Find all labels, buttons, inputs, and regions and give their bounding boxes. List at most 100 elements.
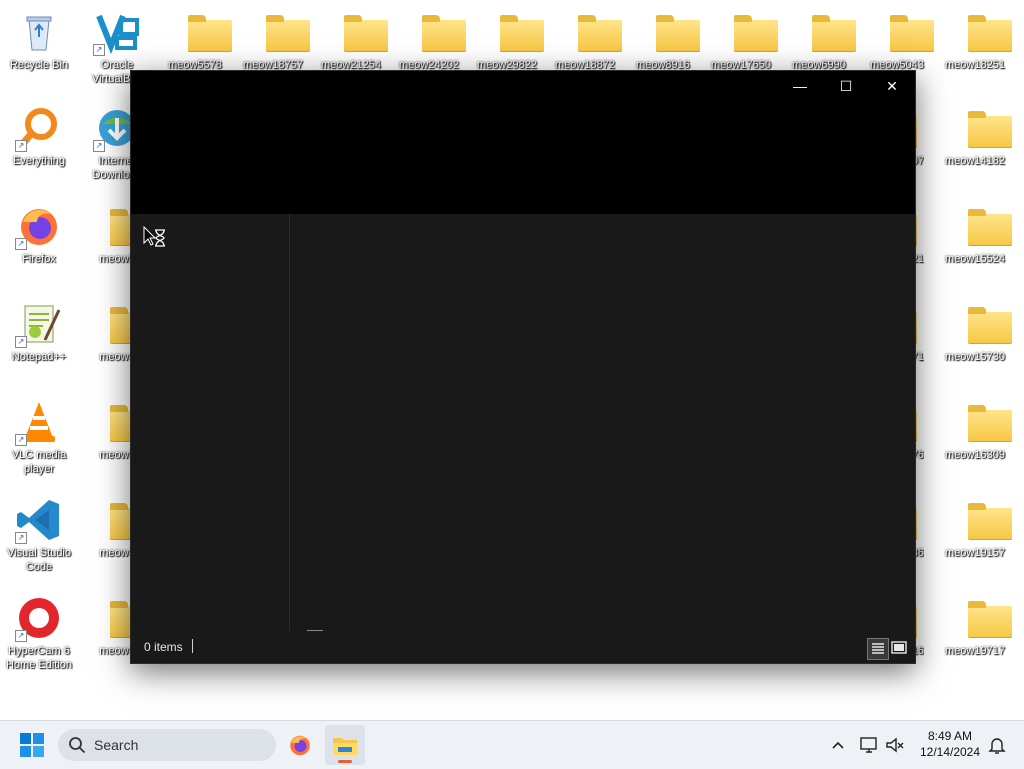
folder-icon — [171, 8, 232, 56]
minimize-button[interactable]: — — [777, 71, 823, 101]
network-icon-button[interactable] — [858, 734, 880, 756]
minimize-icon: — — [793, 78, 807, 94]
shortcut-arrow-icon: ↗ — [93, 140, 105, 152]
desktop-folder[interactable]: meow15524 — [936, 202, 1014, 266]
hypercam-icon: ↗ — [15, 594, 63, 642]
close-button[interactable]: ✕ — [869, 71, 915, 101]
desktop-icon-label: meow15730 — [945, 351, 1005, 363]
everything-icon: ↗ — [15, 104, 63, 152]
taskbar-file-explorer[interactable] — [325, 725, 365, 765]
desktop-folder[interactable]: meow5043 — [858, 8, 936, 72]
vscode-icon: ↗ — [15, 496, 63, 544]
desktop-icon-vscode[interactable]: ↗ Visual Studio Code — [0, 496, 78, 574]
folder-icon — [483, 8, 544, 56]
file-explorer-window[interactable]: — ☐ ✕ 0 items — [130, 70, 916, 664]
desktop-icon-recycle-bin[interactable]: Recycle Bin — [0, 8, 78, 72]
folder-icon — [795, 8, 856, 56]
desktop-icon-label: HyperCam 6 Home Edition — [5, 645, 73, 671]
folder-icon — [327, 8, 388, 56]
desktop-icon-label: Visual Studio Code — [6, 547, 71, 573]
maximize-button[interactable]: ☐ — [823, 71, 869, 101]
desktop-folder[interactable]: meow18872 — [546, 8, 624, 72]
folder-icon — [561, 8, 622, 56]
folder-icon — [951, 8, 1012, 56]
taskbar: Search 8:49 AM 12/14/2024 — [0, 720, 1024, 769]
desktop-folder[interactable]: meow8916 — [624, 8, 702, 72]
folder-icon — [405, 8, 466, 56]
clock[interactable]: 8:49 AM 12/14/2024 — [912, 728, 988, 760]
clock-date: 12/14/2024 — [919, 745, 981, 759]
desktop-icon-hypercam[interactable]: ↗ HyperCam 6 Home Edition — [0, 594, 78, 672]
search-icon — [69, 737, 86, 754]
folder-icon — [951, 594, 1012, 642]
show-hidden-icons-button[interactable] — [828, 735, 848, 755]
desktop-icon-everything[interactable]: ↗ Everything — [0, 104, 78, 168]
large-icons-view-icon — [891, 641, 907, 654]
taskbar-search-box[interactable]: Search — [58, 729, 276, 761]
bell-icon — [988, 738, 1006, 754]
folder-icon — [249, 8, 310, 56]
folder-icon — [717, 8, 778, 56]
folder-icon — [639, 8, 700, 56]
shortcut-arrow-icon: ↗ — [15, 630, 27, 642]
windows-logo-icon — [20, 733, 44, 757]
file-explorer-icon — [333, 738, 357, 755]
maximize-icon: ☐ — [839, 77, 853, 94]
desktop-icon-label: Everything — [13, 155, 65, 167]
notifications-button[interactable] — [986, 734, 1008, 756]
window-header: — ☐ ✕ — [131, 71, 915, 214]
desktop-icon-label: VLC media player — [11, 449, 67, 475]
folder-icon — [951, 496, 1012, 544]
navigation-pane[interactable] — [131, 214, 290, 631]
desktop-icon-label: meow19717 — [945, 645, 1005, 657]
desktop-folder[interactable]: meow14182 — [936, 104, 1014, 168]
desktop-icon-vlc[interactable]: ↗ VLC media player — [0, 398, 78, 476]
desktop-icon-label: Notepad++ — [11, 351, 67, 363]
shortcut-arrow-icon: ↗ — [15, 336, 27, 348]
desktop-folder[interactable]: meow18251 — [936, 8, 1014, 72]
clock-time: 8:49 AM — [927, 729, 973, 743]
desktop-folder[interactable]: meow17650 — [702, 8, 780, 72]
network-icon — [860, 737, 877, 753]
vlc-icon: ↗ — [15, 398, 63, 446]
desktop-icon-label: Firefox — [22, 253, 56, 265]
folder-icon — [951, 398, 1012, 446]
desktop: Recycle Bin ↗ Everything ↗ Firefox ↗ Not… — [0, 0, 1024, 720]
large-icons-view-button[interactable] — [889, 638, 909, 658]
taskbar-firefox[interactable] — [280, 725, 320, 765]
desktop-icon-label: meow15524 — [945, 253, 1005, 265]
folder-icon — [873, 8, 934, 56]
desktop-folder[interactable]: meow19157 — [936, 496, 1014, 560]
desktop-folder[interactable]: meow24202 — [390, 8, 468, 72]
desktop-folder[interactable]: meow18757 — [234, 8, 312, 72]
desktop-folder[interactable]: meow16309 — [936, 398, 1014, 462]
desktop-folder[interactable]: meow5578 — [156, 8, 234, 72]
details-view-button[interactable] — [867, 638, 889, 660]
desktop-folder[interactable]: meow19717 — [936, 594, 1014, 658]
status-separator — [192, 639, 193, 653]
firefox-icon — [290, 735, 310, 756]
volume-muted-icon — [886, 737, 904, 753]
desktop-icon-label: Recycle Bin — [9, 59, 69, 71]
desktop-folder[interactable]: meow29822 — [468, 8, 546, 72]
desktop-icon-label: meow18251 — [945, 59, 1005, 71]
item-count: 0 items — [144, 640, 183, 654]
file-list-area[interactable] — [290, 214, 915, 632]
busy-cursor-icon — [143, 225, 167, 253]
status-bar: 0 items — [131, 631, 915, 663]
desktop-folder[interactable]: meow6990 — [780, 8, 858, 72]
desktop-folder[interactable]: meow15730 — [936, 300, 1014, 364]
firefox-icon: ↗ — [15, 202, 63, 250]
details-view-icon — [872, 643, 884, 654]
recycle-bin-icon — [15, 8, 63, 56]
desktop-icon-notepadpp[interactable]: ↗ Notepad++ — [0, 300, 78, 364]
active-indicator — [338, 760, 352, 763]
volume-icon-button[interactable] — [884, 734, 906, 756]
desktop-icon-label: meow19157 — [945, 547, 1005, 559]
desktop-icon-firefox[interactable]: ↗ Firefox — [0, 202, 78, 266]
search-placeholder: Search — [94, 737, 139, 753]
desktop-icon-label: meow16309 — [945, 449, 1005, 461]
shortcut-arrow-icon: ↗ — [15, 140, 27, 152]
start-button[interactable] — [14, 729, 50, 761]
desktop-folder[interactable]: meow21254 — [312, 8, 390, 72]
